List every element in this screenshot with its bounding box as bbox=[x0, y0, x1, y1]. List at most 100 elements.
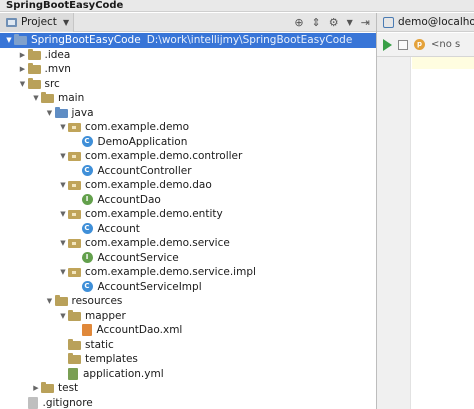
tree-item-label: static bbox=[85, 338, 114, 351]
sql-editor[interactable] bbox=[377, 57, 474, 409]
current-line-highlight bbox=[412, 57, 474, 69]
tree-item-label: DemoApplication bbox=[97, 135, 188, 148]
editor-tab-label: demo@localho bbox=[398, 16, 474, 28]
chevron-right-icon[interactable]: ▶ bbox=[18, 51, 28, 59]
split-icon[interactable]: ⇕ bbox=[312, 13, 321, 32]
class-icon: C bbox=[81, 223, 93, 235]
editor-toolbar: p <no s bbox=[377, 33, 474, 57]
tree-item-label: com.example.demo.service bbox=[85, 237, 230, 250]
tree-item-label: AccountDao bbox=[97, 193, 161, 206]
package-icon bbox=[68, 181, 81, 191]
tree-item-label: .idea bbox=[44, 48, 71, 61]
chevron-down-icon[interactable]: ▼ bbox=[45, 109, 55, 117]
project-view-selector[interactable]: Project ▼ bbox=[0, 12, 75, 32]
gear-icon[interactable]: ⚙ bbox=[329, 13, 339, 32]
tree-item-file[interactable]: C AccountServiceImpl bbox=[0, 280, 376, 295]
tree-item-label: com.example.demo.controller bbox=[85, 150, 243, 163]
tree-item-folder[interactable]: ▼ mapper bbox=[0, 309, 376, 324]
tree-item-file[interactable]: C Account bbox=[0, 222, 376, 237]
parameter-icon[interactable]: p bbox=[414, 39, 425, 50]
project-tree[interactable]: ▼ SpringBootEasyCode D:\work\intellijmy\Sp… bbox=[0, 33, 376, 409]
tree-item-file[interactable]: application.yml bbox=[0, 367, 376, 382]
database-console-icon bbox=[383, 16, 394, 28]
tree-item-folder[interactable]: ▼ com.example.demo.service.impl bbox=[0, 265, 376, 280]
chevron-down-icon[interactable]: ▼ bbox=[58, 210, 68, 218]
tree-item-folder[interactable]: ▼ com.example.demo.entity bbox=[0, 207, 376, 222]
folder-icon bbox=[27, 48, 41, 60]
editor-tab-console[interactable]: demo@localho bbox=[377, 13, 474, 31]
project-tab-label: Project bbox=[21, 16, 57, 28]
folder-icon bbox=[68, 338, 81, 350]
project-icon bbox=[6, 17, 17, 27]
tree-item-folder[interactable]: ▶ .mvn bbox=[0, 62, 376, 77]
yml-file-icon bbox=[68, 367, 78, 380]
folder-icon bbox=[41, 382, 54, 394]
chevron-down-icon[interactable]: ▼ bbox=[18, 80, 28, 88]
editor-gutter bbox=[377, 57, 411, 409]
hide-icon[interactable]: ⇥ bbox=[361, 13, 370, 32]
tree-item-folder[interactable]: ▼ com.example.demo.dao bbox=[0, 178, 376, 193]
tree-item-folder[interactable]: templates bbox=[0, 352, 376, 367]
tree-item-folder[interactable]: ▼ com.example.demo bbox=[0, 120, 376, 135]
history-icon[interactable] bbox=[398, 39, 408, 50]
session-selector[interactable]: <no s bbox=[431, 39, 460, 50]
interface-icon: I bbox=[81, 252, 93, 264]
target-icon[interactable]: ⊕ bbox=[294, 13, 303, 32]
tree-item-label: AccountController bbox=[97, 164, 192, 177]
tree-item-folder[interactable]: ▼ SpringBootEasyCode D:\work\intellijmy\Sp… bbox=[0, 33, 376, 48]
window-title: SpringBootEasyCode bbox=[0, 0, 474, 12]
chevron-down-icon[interactable]: ▼ bbox=[347, 13, 353, 32]
tree-item-label: mapper bbox=[85, 309, 126, 322]
chevron-down-icon[interactable]: ▼ bbox=[58, 181, 68, 189]
chevron-down-icon[interactable]: ▼ bbox=[58, 239, 68, 247]
chevron-down-icon[interactable]: ▼ bbox=[45, 297, 55, 305]
class-icon: C bbox=[81, 281, 93, 293]
chevron-right-icon[interactable]: ▶ bbox=[18, 65, 28, 73]
tree-item-file[interactable]: I AccountDao bbox=[0, 193, 376, 208]
module-folder-icon bbox=[14, 34, 27, 46]
interface-icon: I bbox=[81, 194, 93, 206]
tree-item-folder[interactable]: ▼ java bbox=[0, 106, 376, 121]
run-icon[interactable] bbox=[383, 38, 392, 51]
tree-item-label: main bbox=[58, 92, 85, 105]
tree-item-label: templates bbox=[85, 353, 138, 366]
tree-item-label: test bbox=[58, 382, 79, 395]
tree-item-folder[interactable]: static bbox=[0, 338, 376, 353]
tree-item-folder[interactable]: ▶ test bbox=[0, 381, 376, 396]
chevron-down-icon[interactable]: ▼ bbox=[58, 123, 68, 131]
tree-item-file[interactable]: C AccountController bbox=[0, 164, 376, 179]
tree-item-folder[interactable]: ▼ src bbox=[0, 77, 376, 92]
chevron-down-icon[interactable]: ▼ bbox=[31, 94, 41, 102]
tree-item-folder[interactable]: ▼ resources bbox=[0, 294, 376, 309]
tree-item-label: application.yml bbox=[83, 367, 164, 380]
tree-item-file[interactable]: .gitignore bbox=[0, 396, 376, 409]
folder-icon bbox=[41, 92, 54, 104]
tree-item-label: .mvn bbox=[44, 63, 71, 76]
tree-item-file[interactable]: I AccountService bbox=[0, 251, 376, 266]
tree-item-label: java bbox=[71, 106, 94, 119]
resources-folder-icon bbox=[54, 295, 68, 307]
chevron-right-icon[interactable]: ▶ bbox=[31, 384, 41, 392]
chevron-down-icon[interactable]: ▼ bbox=[58, 152, 68, 160]
tree-item-folder[interactable]: ▼ main bbox=[0, 91, 376, 106]
tree-item-file[interactable]: C DemoApplication bbox=[0, 135, 376, 150]
folder-icon bbox=[27, 77, 41, 89]
tree-item-label: SpringBootEasyCode bbox=[31, 34, 141, 47]
tree-item-label: com.example.demo bbox=[85, 121, 190, 134]
tree-item-label: resources bbox=[71, 295, 123, 308]
tree-item-folder[interactable]: ▼ com.example.demo.controller bbox=[0, 149, 376, 164]
chevron-down-icon[interactable]: ▼ bbox=[4, 36, 14, 44]
tree-item-folder[interactable]: ▶ .idea bbox=[0, 48, 376, 63]
chevron-down-icon: ▼ bbox=[62, 17, 70, 27]
chevron-down-icon[interactable]: ▼ bbox=[58, 312, 68, 320]
package-icon bbox=[68, 268, 81, 278]
tree-item-path: D:\work\intellijmy\SpringBootEasyCode bbox=[146, 34, 353, 47]
package-icon bbox=[68, 210, 81, 220]
xml-file-icon bbox=[81, 324, 92, 337]
tree-item-label: AccountServiceImpl bbox=[97, 280, 202, 293]
editor-tab-bar: demo@localho bbox=[377, 13, 474, 32]
project-panel-header: Project ▼ ⊕ ⇕ ⚙ ▼ ⇥ bbox=[0, 12, 376, 32]
chevron-down-icon[interactable]: ▼ bbox=[58, 268, 68, 276]
tree-item-file[interactable]: AccountDao.xml bbox=[0, 323, 376, 338]
tree-item-folder[interactable]: ▼ com.example.demo.service bbox=[0, 236, 376, 251]
